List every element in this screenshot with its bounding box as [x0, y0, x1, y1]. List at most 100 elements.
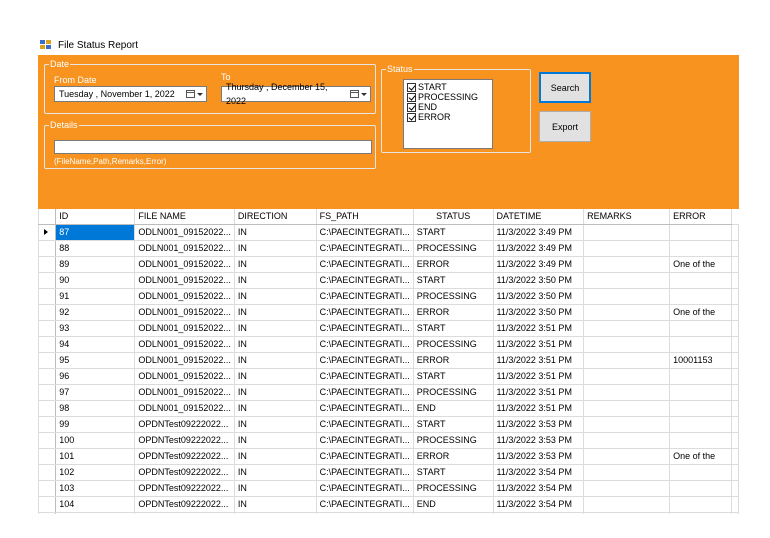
- status-option-error[interactable]: ERROR: [407, 112, 492, 122]
- cell-fs-path[interactable]: C:\PAECINTEGRATI...: [315, 463, 414, 481]
- cell-error[interactable]: [669, 415, 732, 433]
- cell-datetime[interactable]: 11/3/2022 3:51 PM: [492, 351, 585, 369]
- cell-error[interactable]: [669, 383, 732, 401]
- cell-fs-path[interactable]: C:\PAECINTEGRATI...: [315, 223, 414, 241]
- cell-direction[interactable]: IN: [233, 351, 317, 369]
- cell-error[interactable]: [669, 479, 732, 497]
- row-header[interactable]: [38, 287, 57, 305]
- row-header[interactable]: [38, 335, 57, 353]
- cell-id[interactable]: 88: [55, 239, 136, 257]
- cell-direction[interactable]: IN: [233, 223, 317, 241]
- calendar-dropdown-icon[interactable]: [350, 90, 367, 98]
- table-row[interactable]: 93 ODLN001_09152022... IN C:\PAECINTEGRATI.…: [38, 319, 739, 337]
- cell-id[interactable]: 100: [55, 431, 136, 449]
- cell-file-name[interactable]: ODLN001_09152022...: [134, 335, 235, 353]
- cell-direction[interactable]: IN: [233, 431, 317, 449]
- cell-status[interactable]: END: [412, 399, 494, 417]
- status-checklist[interactable]: START PROCESSING END ERROR: [403, 79, 493, 149]
- cell-error[interactable]: [669, 511, 732, 514]
- column-header-fs-path[interactable]: FS_PATH: [315, 209, 414, 225]
- cell-datetime[interactable]: 11/3/2022 3:51 PM: [492, 399, 585, 417]
- cell-datetime[interactable]: 11/3/2022 3:51 PM: [492, 367, 585, 385]
- cell-direction[interactable]: IN: [233, 319, 317, 337]
- cell-error[interactable]: [669, 367, 732, 385]
- cell-file-name[interactable]: ODLN001_09152022...: [134, 271, 235, 289]
- cell-error[interactable]: [669, 287, 732, 305]
- cell-fs-path[interactable]: C:\PAECINTEGRATI...: [315, 239, 414, 257]
- table-row[interactable]: 100 OPDNTest09222022... IN C:\PAECINTEGRATI…: [38, 431, 739, 449]
- cell-fs-path[interactable]: C:\PAECINTEGRATI...: [315, 367, 414, 385]
- row-header[interactable]: [38, 223, 57, 241]
- cell-id[interactable]: 92: [55, 303, 136, 321]
- cell-id[interactable]: 101: [55, 447, 136, 465]
- cell-file-name[interactable]: OPDNTest09222022...: [134, 495, 235, 513]
- cell-fs-path[interactable]: C:\PAECINTEGRATI...: [315, 287, 414, 305]
- cell-file-name[interactable]: OPDNTest09222022...: [134, 463, 235, 481]
- cell-datetime[interactable]: 11/3/2022 3:50 PM: [492, 287, 585, 305]
- search-button[interactable]: Search: [539, 72, 591, 103]
- table-row[interactable]: 88 ODLN001_09152022... IN C:\PAECINTEGRATI.…: [38, 239, 739, 257]
- to-date-picker[interactable]: Thursday , December 15, 2022: [221, 82, 371, 106]
- cell-file-name[interactable]: ODLN001_09152022...: [134, 223, 235, 241]
- cell-remarks[interactable]: [583, 511, 671, 514]
- cell-direction[interactable]: IN: [233, 287, 317, 305]
- cell-file-name[interactable]: ODLN001_09152022...: [134, 351, 235, 369]
- row-header[interactable]: [38, 399, 57, 417]
- cell-direction[interactable]: IN: [233, 447, 317, 465]
- cell-id[interactable]: 95: [55, 351, 136, 369]
- cell-file-name[interactable]: OPDNTest09222022...: [134, 479, 235, 497]
- table-row[interactable]: 105OPDNTest09222022...INC:\PAECINTEGRATI…: [38, 511, 739, 514]
- cell-status[interactable]: PROCESSING: [412, 239, 494, 257]
- cell-file-name[interactable]: ODLN001_09152022...: [134, 287, 235, 305]
- cell-fs-path[interactable]: C:\PAECINTEGRATI...: [315, 335, 414, 353]
- cell-datetime[interactable]: 11/3/2022 3:54 PM: [492, 479, 585, 497]
- cell-status[interactable]: START: [412, 415, 494, 433]
- cell-error[interactable]: [669, 431, 732, 449]
- cell-id[interactable]: 103: [55, 479, 136, 497]
- checkbox-checked-icon[interactable]: [407, 102, 416, 112]
- cell-direction[interactable]: IN: [233, 335, 317, 353]
- cell-file-name[interactable]: OPDNTest09222022...: [134, 447, 235, 465]
- table-row[interactable]: 95 ODLN001_09152022... IN C:\PAECINTEGRATI.…: [38, 351, 739, 369]
- cell-remarks[interactable]: [583, 335, 671, 353]
- cell-error[interactable]: [669, 271, 732, 289]
- cell-direction[interactable]: IN: [233, 463, 317, 481]
- cell-status[interactable]: PROCESSING: [412, 383, 494, 401]
- cell-remarks[interactable]: [583, 447, 671, 465]
- cell-direction[interactable]: IN: [233, 367, 317, 385]
- cell-error[interactable]: [669, 399, 732, 417]
- cell-direction[interactable]: IN: [233, 495, 317, 513]
- cell-datetime[interactable]: 11/3/2022 3:53 PM: [492, 431, 585, 449]
- cell-direction[interactable]: IN: [233, 303, 317, 321]
- cell-file-name[interactable]: OPDNTest09222022...: [134, 415, 235, 433]
- row-header[interactable]: [38, 239, 57, 257]
- cell-file-name[interactable]: OPDNTest09222022...: [134, 511, 235, 514]
- cell-remarks[interactable]: [583, 367, 671, 385]
- cell-id[interactable]: 93: [55, 319, 136, 337]
- export-button[interactable]: Export: [539, 111, 591, 142]
- cell-datetime[interactable]: 11/3/2022 3:49 PM: [492, 255, 585, 273]
- checkbox-checked-icon[interactable]: [407, 92, 416, 102]
- cell-remarks[interactable]: [583, 351, 671, 369]
- cell-id[interactable]: 89: [55, 255, 136, 273]
- cell-direction[interactable]: IN: [233, 255, 317, 273]
- cell-file-name[interactable]: ODLN001_09152022...: [134, 319, 235, 337]
- cell-remarks[interactable]: [583, 463, 671, 481]
- cell-remarks[interactable]: [583, 287, 671, 305]
- cell-direction[interactable]: IN: [233, 383, 317, 401]
- table-row[interactable]: 96 ODLN001_09152022... IN C:\PAECINTEGRATI.…: [38, 367, 739, 385]
- cell-status[interactable]: ERROR: [412, 255, 494, 273]
- row-header[interactable]: [38, 463, 57, 481]
- cell-fs-path[interactable]: C:\PAECINTEGRATI...: [315, 271, 414, 289]
- cell-id[interactable]: 97: [55, 383, 136, 401]
- cell-file-name[interactable]: ODLN001_09152022...: [134, 239, 235, 257]
- row-header[interactable]: [38, 447, 57, 465]
- cell-fs-path[interactable]: C:\PAECINTEGRATI...: [315, 319, 414, 337]
- cell-remarks[interactable]: [583, 495, 671, 513]
- column-header-direction[interactable]: DIRECTION: [233, 209, 317, 225]
- cell-error[interactable]: [669, 335, 732, 353]
- cell-fs-path[interactable]: C:\PAECINTEGRATI...: [315, 431, 414, 449]
- cell-error[interactable]: [669, 495, 732, 513]
- checkbox-checked-icon[interactable]: [407, 112, 416, 122]
- cell-remarks[interactable]: [583, 223, 671, 241]
